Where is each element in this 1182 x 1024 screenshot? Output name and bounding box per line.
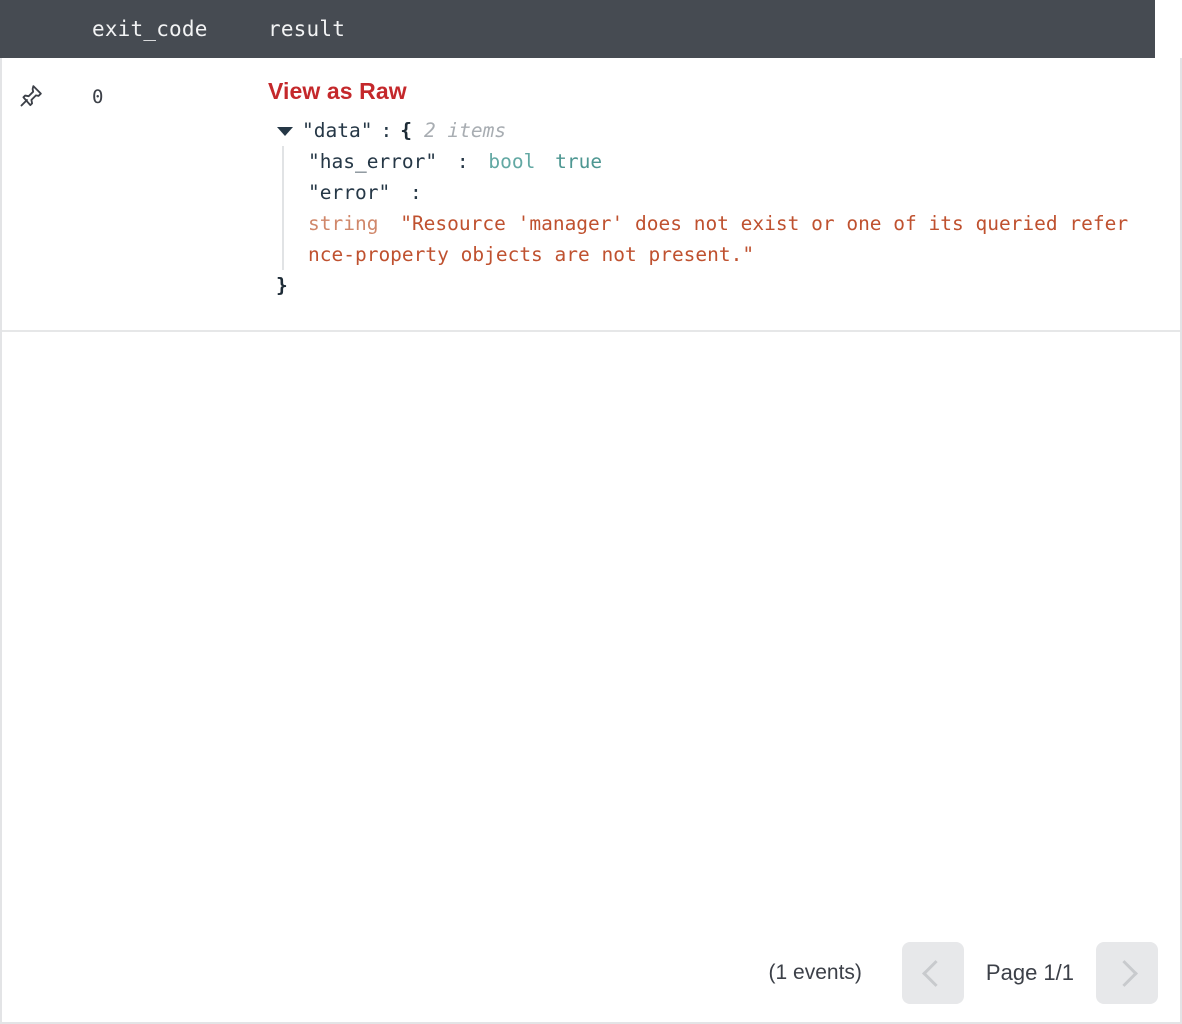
json-colon-error: : [409, 181, 422, 204]
table-footer: (1 events) Page 1/1 [0, 924, 1182, 1024]
table-body: 0 View as Raw "data" : { 2 items "has_er… [0, 58, 1182, 924]
json-colon-has-error: : [456, 150, 469, 173]
table-row: 0 View as Raw "data" : { 2 items "has_er… [2, 58, 1180, 332]
pagination-controls: Page 1/1 [901, 942, 1158, 1004]
json-root-open-brace: { [400, 119, 412, 142]
json-value-error-line2: nce-property objects are not present." [308, 243, 755, 266]
json-key-has-error: "has_error" [308, 150, 438, 173]
json-root-key: "data" [302, 119, 373, 142]
json-type-string: string [308, 212, 379, 235]
column-header-result[interactable]: result [268, 17, 1155, 41]
json-item-count: 2 items [423, 119, 507, 142]
cell-exit-code: 0 [92, 86, 104, 108]
events-count-label: (1 events) [768, 961, 862, 984]
pin-row-button[interactable] [18, 84, 44, 110]
pin-icon [18, 83, 44, 112]
json-root-close-brace: } [276, 274, 288, 297]
json-root-colon: : [380, 119, 393, 142]
view-as-raw-link[interactable]: View as Raw [268, 78, 407, 105]
json-key-error: "error" [308, 181, 391, 204]
json-children: "has_error" : bool true "error" : string… [282, 146, 1180, 270]
next-page-button[interactable] [1096, 942, 1158, 1004]
json-entry-error-value-line1: string "Resource 'manager' does not exis… [308, 208, 1180, 239]
json-value-error-line1: "Resource 'manager' does not exist or on… [400, 212, 1129, 235]
chevron-left-icon [921, 959, 949, 987]
cell-result: View as Raw "data" : { 2 items "has_erro… [268, 74, 1180, 301]
events-table: exit_code result 0 View as Raw "data": … [0, 0, 1182, 1024]
json-entry-has-error: "has_error" : bool true [308, 146, 1180, 177]
column-header-exit-code[interactable]: exit_code [92, 17, 268, 41]
json-type-bool: bool [488, 150, 536, 173]
json-viewer: "data" : { 2 items "has_error" : bool tr… [268, 115, 1180, 301]
json-root-line: "data" : { 2 items [276, 115, 1180, 146]
table-header-row: exit_code result [0, 0, 1155, 58]
chevron-down-icon[interactable] [276, 122, 294, 140]
page-indicator: Page 1/1 [985, 960, 1074, 985]
json-entry-error-key: "error" : [308, 177, 1180, 208]
previous-page-button[interactable] [901, 942, 964, 1004]
json-value-has-error: true [555, 150, 603, 173]
row-pin-cell [2, 74, 60, 110]
json-entry-error-value-line2: nce-property objects are not present." [308, 239, 1180, 270]
chevron-right-icon [1111, 959, 1138, 987]
